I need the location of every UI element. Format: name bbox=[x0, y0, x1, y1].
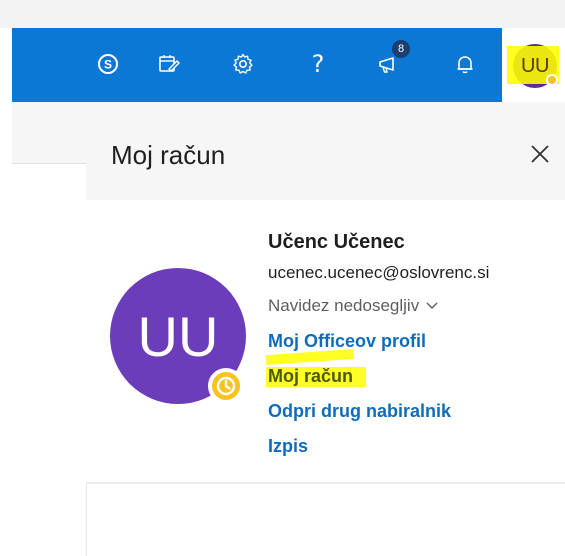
clock-icon bbox=[216, 376, 236, 396]
sign-out-link[interactable]: Izpis bbox=[268, 436, 308, 457]
close-icon bbox=[531, 145, 549, 163]
skype-icon: S bbox=[98, 54, 118, 74]
presence-away-icon bbox=[208, 368, 244, 404]
close-button[interactable] bbox=[526, 140, 554, 168]
my-account-link[interactable]: Moj račun bbox=[268, 366, 353, 387]
account-avatar-button[interactable]: UU bbox=[507, 44, 559, 88]
presence-status-dropdown[interactable]: Navidez nedosegljiv bbox=[268, 296, 439, 316]
panel-title: Moj račun bbox=[111, 140, 226, 170]
gear-icon bbox=[233, 53, 253, 74]
avatar-initials: UU bbox=[521, 54, 549, 77]
feedback-button[interactable]: 8 bbox=[374, 40, 410, 80]
user-display-name: Učenc Učenec bbox=[268, 231, 405, 253]
notifications-button[interactable] bbox=[449, 48, 481, 80]
skype-button[interactable]: S bbox=[92, 48, 124, 80]
help-button[interactable]: ? bbox=[302, 48, 334, 80]
my-day-icon bbox=[159, 55, 180, 72]
left-pane-header bbox=[12, 102, 86, 164]
my-day-button[interactable] bbox=[153, 48, 185, 80]
window-top-strip bbox=[0, 0, 565, 28]
profile-avatar-initials: UU bbox=[137, 304, 219, 368]
open-another-mailbox-link[interactable]: Odpri drug nabiralnik bbox=[268, 401, 451, 422]
help-icon: ? bbox=[311, 50, 325, 78]
presence-status-label: Navidez nedosegljiv bbox=[268, 296, 420, 315]
presence-away-icon bbox=[546, 74, 558, 86]
svg-text:S: S bbox=[104, 58, 112, 72]
notification-count-badge: 8 bbox=[392, 40, 410, 58]
user-email: ucenec.ucenec@oslovrenc.si bbox=[268, 263, 490, 282]
bell-icon bbox=[457, 56, 473, 74]
panel-divider bbox=[86, 482, 565, 484]
settings-button[interactable] bbox=[227, 48, 259, 80]
profile-avatar[interactable]: UU bbox=[110, 268, 246, 404]
my-office-profile-link[interactable]: Moj Officeov profil bbox=[268, 331, 426, 352]
chevron-down-icon bbox=[426, 302, 438, 309]
